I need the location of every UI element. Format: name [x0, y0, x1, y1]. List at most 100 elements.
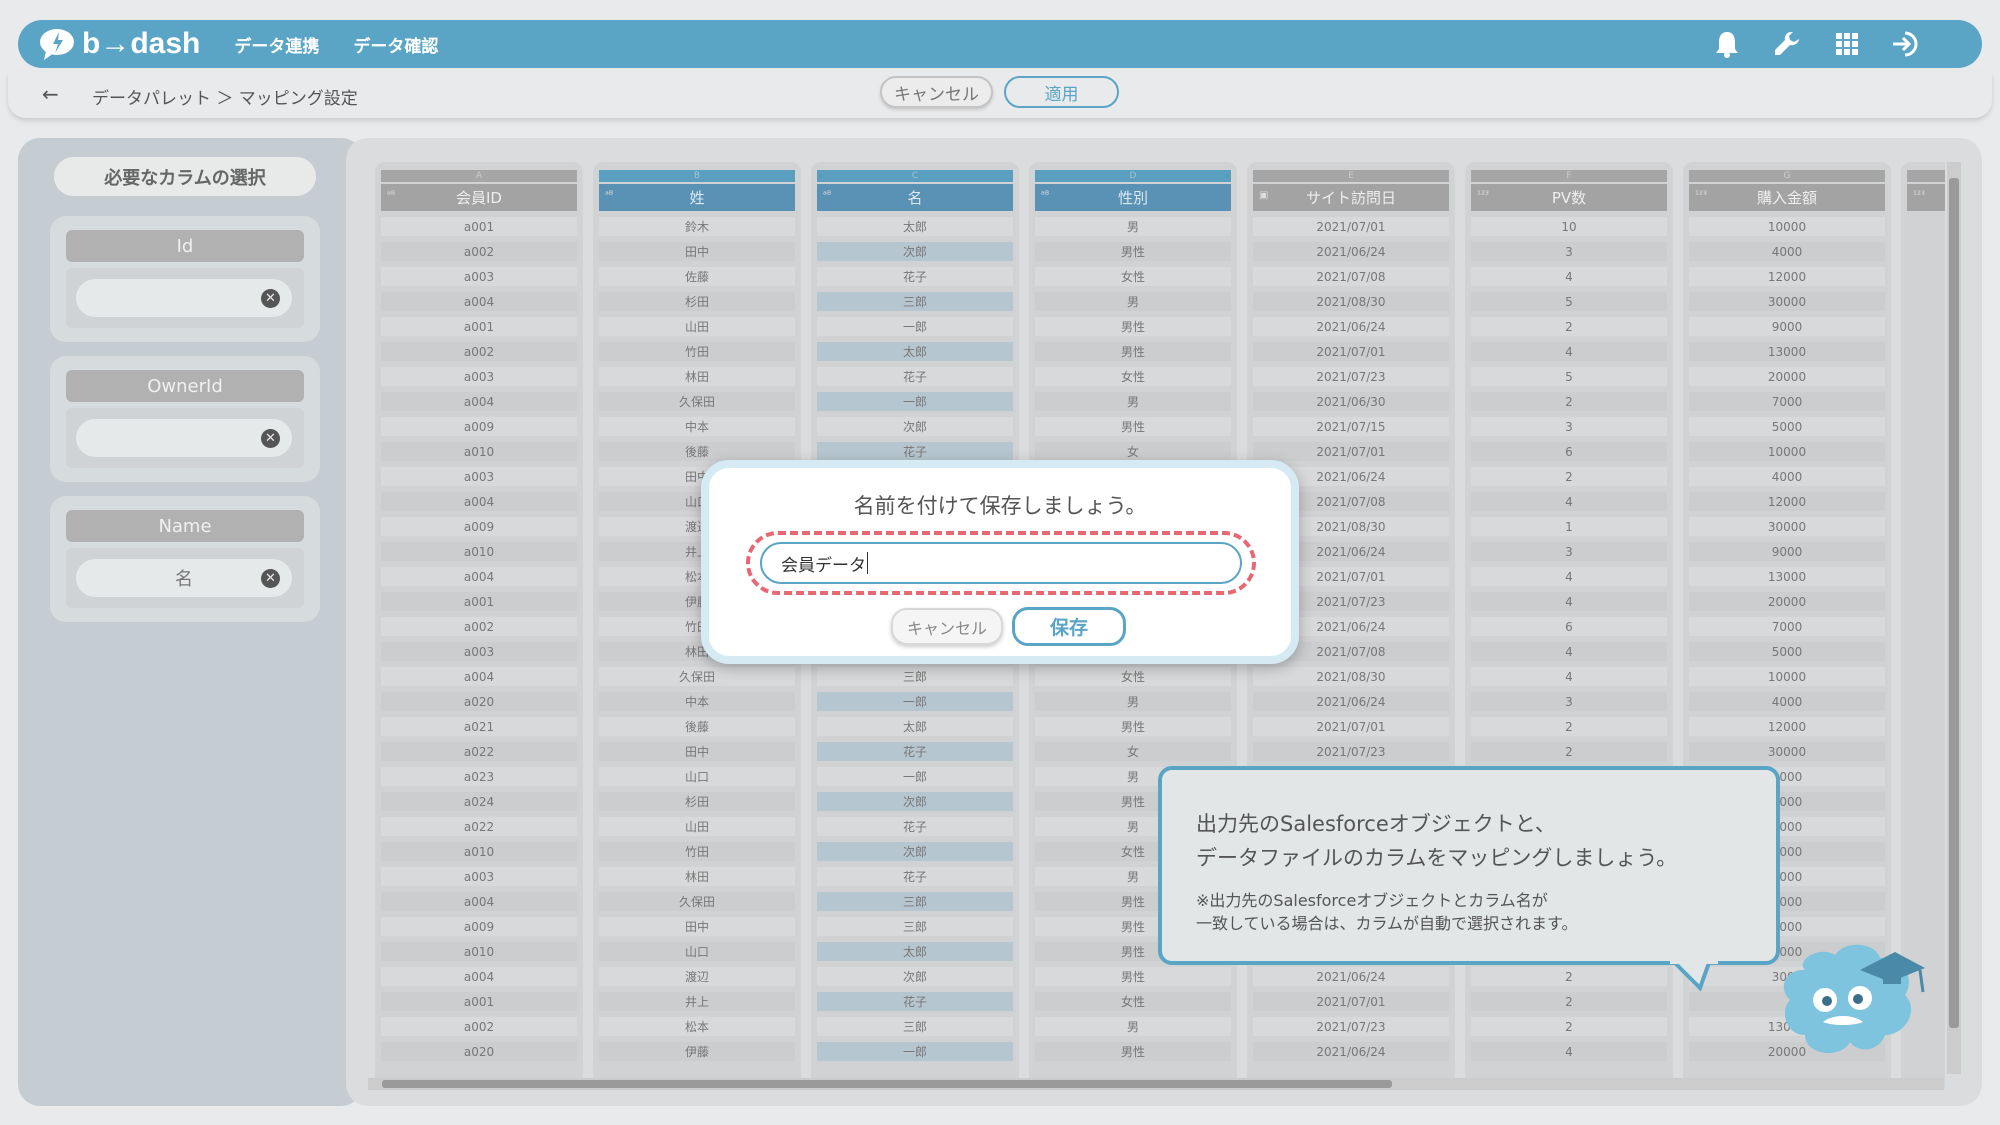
apply-button[interactable]: 適用: [1004, 76, 1119, 108]
table-cell: 5: [1471, 367, 1667, 386]
table-cell: 3: [1471, 242, 1667, 261]
horizontal-scrollbar[interactable]: [368, 1078, 1944, 1090]
table-cell: a004: [381, 492, 577, 511]
hint-bubble-tail: [1670, 958, 1718, 992]
column-header-label: 姓: [689, 189, 705, 207]
toolbar-cancel-button[interactable]: キャンセル: [880, 76, 993, 108]
table-cell: a020: [381, 692, 577, 711]
column-header[interactable]: ▣ サイト訪問日: [1253, 184, 1449, 211]
clear-icon[interactable]: ✕: [261, 429, 280, 448]
text-type-icon: ᵃᴮ: [605, 190, 614, 201]
table-cell: 2021/07/01: [1253, 217, 1449, 236]
table-cell: 9000: [1689, 542, 1885, 561]
table-cell: 男性: [1035, 417, 1231, 436]
brand-bubble-icon: [40, 29, 74, 60]
table-cell: 三郎: [817, 667, 1013, 686]
table-cell: a022: [381, 742, 577, 761]
mapped-column-field[interactable]: ✕: [76, 279, 292, 317]
back-arrow-icon[interactable]: ←: [42, 82, 59, 106]
column-header[interactable]: ᵃᴮ 会員ID: [381, 184, 577, 211]
table-cell: 2021/06/24: [1253, 1042, 1449, 1061]
table-cell: 20000: [1689, 367, 1885, 386]
save-name-input[interactable]: 会員データ: [760, 542, 1242, 584]
table-cell: 6: [1471, 442, 1667, 461]
table-cell: a009: [381, 917, 577, 936]
column-header[interactable]: ¹²³ 購入金額: [1689, 184, 1885, 211]
table-cell: 1: [1471, 517, 1667, 536]
table-cell: 2021/06/24: [1253, 692, 1449, 711]
table-cell: 20000: [1689, 592, 1885, 611]
breadcrumb-bar: ← データパレット ＞ マッピング設定 キャンセル 適用: [8, 72, 1992, 118]
nav-data-link[interactable]: データ連携: [234, 32, 319, 57]
table-cell: 三郎: [817, 917, 1013, 936]
column-header-label: 購入金額: [1756, 189, 1817, 207]
table-cell: a004: [381, 892, 577, 911]
column-letter: C: [817, 170, 1013, 182]
table-cell: 2: [1471, 1017, 1667, 1036]
table-cell: a002: [381, 342, 577, 361]
table-cell: 女: [1035, 442, 1231, 461]
table-cell: 次郎: [817, 842, 1013, 861]
table-cell: 伊藤: [599, 1042, 795, 1061]
column-header-label: 名: [907, 189, 923, 207]
logout-icon[interactable]: [1890, 27, 1924, 61]
table-cell: a010: [381, 442, 577, 461]
column-header[interactable]: ¹²³: [1907, 184, 1945, 211]
table-cell: 2: [1471, 992, 1667, 1011]
horizontal-scroll-thumb[interactable]: [382, 1080, 1392, 1088]
column-letter: D: [1035, 170, 1231, 182]
vertical-scrollbar[interactable]: [1947, 162, 1961, 1074]
column-header[interactable]: ¹²³ PV数: [1471, 184, 1667, 211]
table-cell: 4: [1471, 1042, 1667, 1061]
table-cell: 花子: [817, 992, 1013, 1011]
top-icons: [1710, 27, 1924, 61]
column-card-body: ✕: [66, 268, 304, 328]
nav-data-check[interactable]: データ確認: [353, 32, 438, 57]
column-card-name-field: Name 名 ✕: [50, 496, 320, 622]
vertical-scroll-thumb[interactable]: [1949, 178, 1959, 1028]
brand-name: b→dash: [82, 27, 201, 60]
table-cell: 10000: [1689, 217, 1885, 236]
mapped-column-field[interactable]: 名 ✕: [76, 559, 292, 597]
table-cell: 7000: [1689, 617, 1885, 636]
number-type-icon: ¹²³: [1913, 190, 1926, 201]
column-header[interactable]: ᵃᴮ 性別: [1035, 184, 1231, 211]
table-cell: 久保田: [599, 392, 795, 411]
wrench-icon[interactable]: [1770, 27, 1804, 61]
mapped-column-field[interactable]: ✕: [76, 419, 292, 457]
modal-cancel-button[interactable]: キャンセル: [891, 608, 1003, 645]
save-button[interactable]: 保存: [1012, 607, 1126, 646]
table-cell: 男: [1035, 1017, 1231, 1036]
table-cell: 2021/08/30: [1253, 292, 1449, 311]
column-card-body: ✕: [66, 408, 304, 468]
column-selection-panel: 必要なカラムの選択 Id ✕ OwnerId ✕ Name 名 ✕: [18, 138, 363, 1106]
table-cell: 山田: [599, 817, 795, 836]
column-header[interactable]: ᵃᴮ 姓: [599, 184, 795, 211]
bell-icon[interactable]: [1710, 27, 1744, 61]
clear-icon[interactable]: ✕: [261, 289, 280, 308]
clear-icon[interactable]: ✕: [261, 569, 280, 588]
brand-logo[interactable]: b→dash: [38, 27, 200, 61]
column-header-label: サイト訪問日: [1305, 189, 1396, 207]
number-type-icon: ¹²³: [1695, 190, 1708, 201]
apps-grid-icon[interactable]: [1830, 27, 1864, 61]
number-type-icon: ¹²³: [1477, 190, 1490, 201]
table-cell: 4: [1471, 267, 1667, 286]
table-cell: a004: [381, 292, 577, 311]
column-cells: a001 a002 a003 a004 a001 a002 a003 a004 a009 a010…: [381, 217, 577, 1067]
panel-title: 必要なカラムの選択: [54, 157, 316, 196]
table-cell: 2: [1471, 717, 1667, 736]
table-cell: a002: [381, 617, 577, 636]
table-cell: 10000: [1689, 667, 1885, 686]
hint-line-1: 出力先のSalesforceオブジェクトと、: [1196, 812, 1556, 836]
column-header[interactable]: ᵃᴮ 名: [817, 184, 1013, 211]
table-cell: 30000: [1689, 517, 1885, 536]
table-cell: 7000: [1689, 392, 1885, 411]
grid-column[interactable]: Aᵃᴮ 会員ID a001 a002 a003 a004 a001 a002 a003 a004 a…: [375, 162, 583, 1087]
table-cell: 花子: [817, 267, 1013, 286]
table-cell: 一郎: [817, 392, 1013, 411]
table-cell: 林田: [599, 367, 795, 386]
table-cell: a010: [381, 542, 577, 561]
table-cell: 女性: [1035, 267, 1231, 286]
table-cell: 男性: [1035, 342, 1231, 361]
